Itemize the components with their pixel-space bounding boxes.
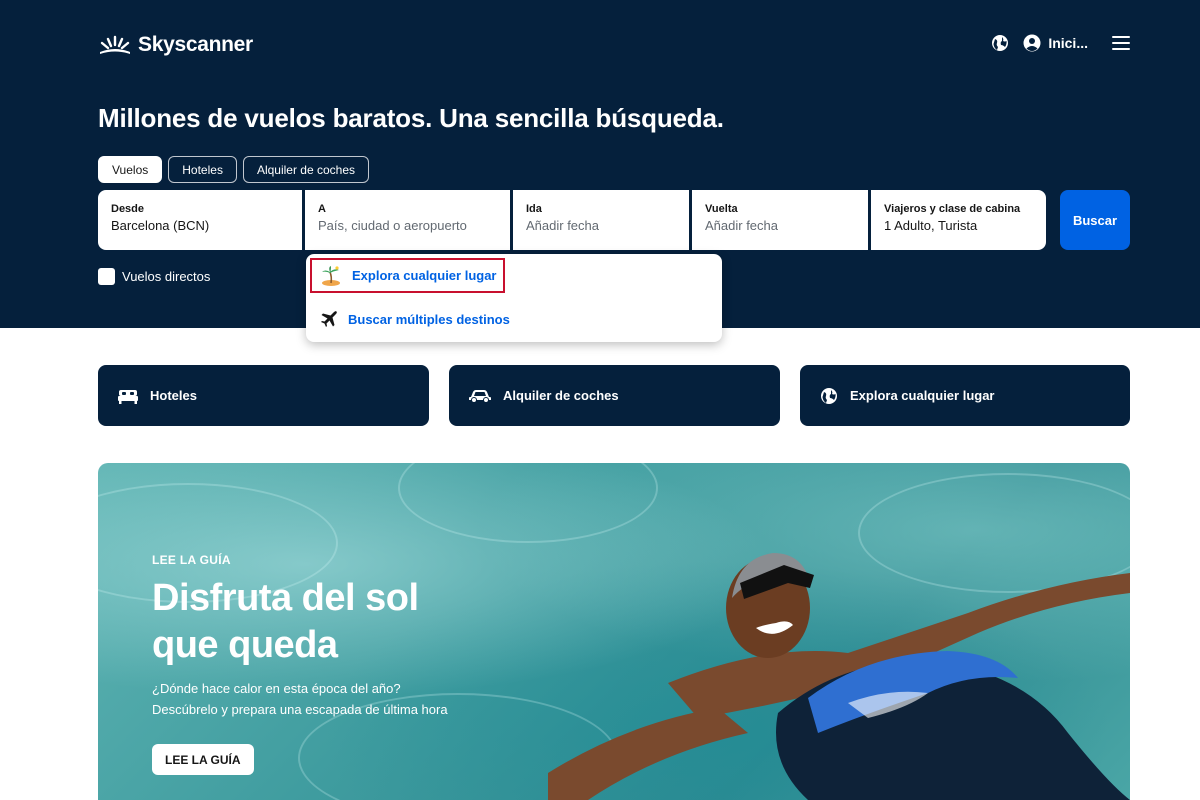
explore-anywhere-label: Explora cualquier lugar (352, 268, 497, 283)
origin-field[interactable]: Desde Barcelona (BCN) (98, 190, 302, 250)
direct-flights-checkbox[interactable] (98, 268, 115, 285)
tab-hotels[interactable]: Hoteles (168, 156, 237, 183)
car-icon (469, 389, 491, 403)
destination-placeholder: País, ciudad o aeropuerto (318, 218, 467, 233)
quick-link-explore-anywhere[interactable]: Explora cualquier lugar (800, 365, 1130, 426)
login-button[interactable]: Inici... (1023, 34, 1088, 52)
return-date-label: Vuelta (705, 203, 738, 215)
destination-field[interactable]: A País, ciudad o aeropuerto (305, 190, 510, 250)
product-tabs: Vuelos Hoteles Alquiler de coches (98, 156, 369, 183)
user-icon (1023, 34, 1041, 52)
quick-link-car-hire[interactable]: Alquiler de coches (449, 365, 780, 426)
promo-subtitle-line-2: Descúbrelo y prepara una escapada de últ… (152, 702, 448, 717)
origin-value: Barcelona (BCN) (111, 218, 210, 233)
search-button[interactable]: Buscar (1060, 190, 1130, 250)
header-actions: Inici... (991, 34, 1130, 52)
bed-icon (118, 389, 138, 404)
multi-city-option[interactable]: Buscar múltiples destinos (320, 310, 510, 328)
promo-banner: LEE LA GUÍA Disfruta del sol que queda ¿… (98, 463, 1130, 800)
hamburger-menu-icon (1112, 36, 1130, 50)
direct-flights-option: Vuelos directos (98, 268, 210, 285)
origin-label: Desde (111, 203, 145, 215)
palm-island-icon (322, 265, 340, 286)
return-date-field[interactable]: Vuelta Añadir fecha (692, 190, 868, 250)
tab-flights[interactable]: Vuelos (98, 156, 163, 183)
depart-date-label: Ida (526, 203, 542, 215)
destination-dropdown: Explora cualquier lugar Buscar múltiples… (306, 254, 722, 342)
promo-title: Disfruta del sol que queda (152, 577, 419, 666)
plane-icon (321, 311, 337, 327)
travellers-value: 1 Adulto, Turista (884, 218, 978, 233)
menu-button[interactable] (1112, 36, 1130, 50)
depart-date-field[interactable]: Ida Añadir fecha (513, 190, 689, 250)
brand-name: Skyscanner (138, 33, 253, 56)
explore-anywhere-option[interactable]: Explora cualquier lugar (310, 258, 505, 293)
direct-flights-label[interactable]: Vuelos directos (122, 269, 210, 284)
swimmer-image (548, 553, 1130, 800)
page-headline: Millones de vuelos baratos. Una sencilla… (98, 103, 724, 133)
region-settings-button[interactable] (991, 34, 1009, 52)
quick-link-car-hire-label: Alquiler de coches (503, 388, 619, 403)
read-guide-button[interactable]: LEE LA GUÍA (152, 744, 254, 775)
quick-link-hotels[interactable]: Hoteles (98, 365, 429, 426)
return-date-placeholder: Añadir fecha (705, 218, 778, 233)
sunrise-logo-icon (100, 35, 130, 54)
skyscanner-logo[interactable]: Skyscanner (98, 33, 253, 57)
travellers-cabin-field[interactable]: Viajeros y clase de cabina 1 Adulto, Tur… (871, 190, 1046, 250)
quick-link-explore-label: Explora cualquier lugar (850, 388, 995, 403)
globe-icon (992, 35, 1009, 51)
promo-kicker: LEE LA GUÍA (152, 553, 231, 567)
globe-icon (821, 387, 837, 404)
login-label: Inici... (1048, 35, 1088, 51)
promo-subtitle-line-1: ¿Dónde hace calor en esta época del año? (152, 681, 401, 696)
tab-car-hire[interactable]: Alquiler de coches (242, 156, 369, 183)
multi-city-label: Buscar múltiples destinos (348, 311, 510, 327)
destination-label: A (318, 203, 326, 215)
promo-subtitle: ¿Dónde hace calor en esta época del año?… (152, 678, 492, 720)
travellers-label: Viajeros y clase de cabina (884, 203, 1021, 215)
flight-search-form: Desde Barcelona (BCN) A País, ciudad o a… (98, 190, 1046, 250)
quick-link-hotels-label: Hoteles (150, 388, 197, 403)
depart-date-placeholder: Añadir fecha (526, 218, 599, 233)
